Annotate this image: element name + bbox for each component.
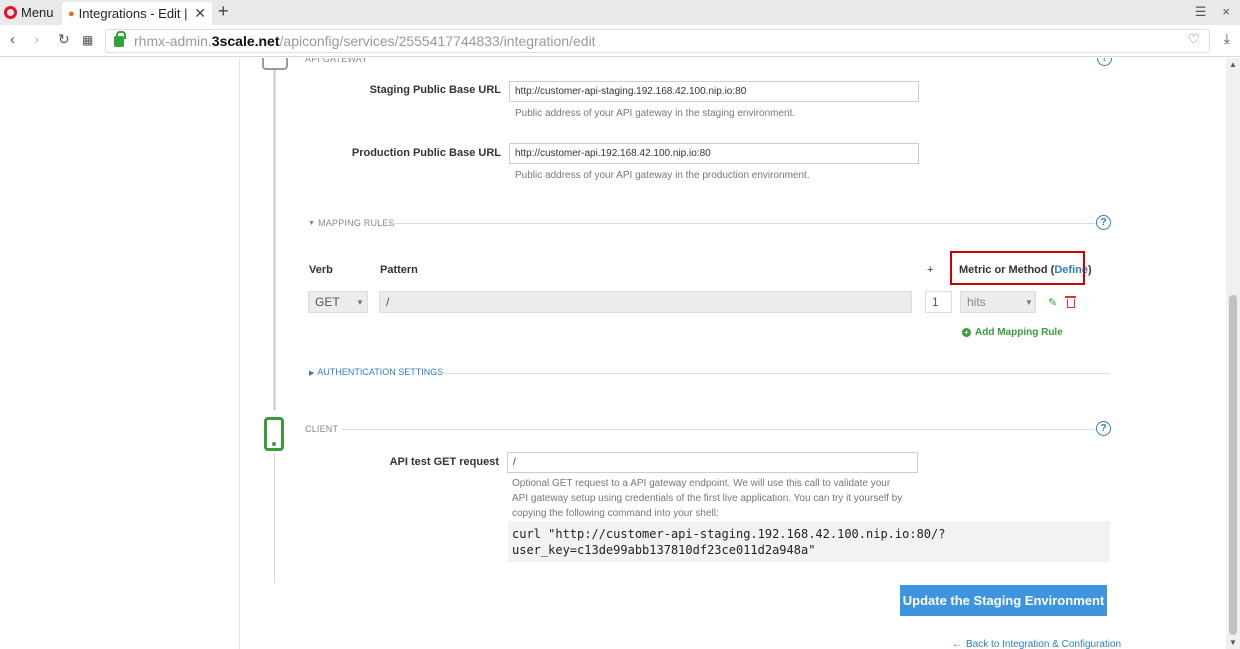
address-bar: ‹ › ↻ ▦ rhmx-admin. 3scale.net/apiconfig/… [0, 25, 1240, 57]
browser-menu-label: Menu [21, 5, 54, 20]
mapping-rules-title: MAPPING RULES [318, 218, 395, 228]
pattern-input[interactable]: / [379, 291, 912, 313]
mapping-rules-toggle[interactable]: ▼ MAPPING RULES [308, 216, 395, 230]
back-link-label: Back to Integration & Configuration [966, 639, 1122, 649]
delta-input[interactable]: 1 [925, 291, 952, 313]
mobile-phone-icon [264, 417, 284, 451]
scroll-up-icon[interactable]: ▲ [1229, 60, 1237, 69]
pattern-value: / [386, 295, 390, 309]
api-test-hint-3: copying the following command into your … [512, 508, 719, 519]
metric-header-close: ) [1087, 264, 1092, 276]
window-close-icon[interactable]: × [1222, 4, 1230, 20]
plus-circle-icon: + [962, 328, 971, 337]
client-help-icon[interactable]: ? [1096, 421, 1111, 436]
reload-icon[interactable]: ↻ [58, 31, 70, 48]
page-content: API GATEWAY ? Staging Public Base URL Pu… [0, 58, 1226, 649]
mapping-help-icon[interactable]: ? [1096, 215, 1111, 230]
opera-logo-icon [4, 6, 17, 19]
tab-title: Integrations - Edit | 3 [78, 6, 191, 21]
staging-url-hint: Public address of your API gateway in th… [515, 108, 796, 119]
caret-right-icon: ▶ [309, 370, 315, 377]
delta-value: 1 [932, 295, 939, 309]
browser-tab-active[interactable]: ● Integrations - Edit | 3 ✕ [62, 2, 212, 25]
staging-url-input[interactable] [509, 81, 919, 102]
production-url-label: Production Public Base URL [351, 147, 501, 159]
delta-column-header: + [927, 264, 934, 276]
verb-column-header: Verb [309, 264, 333, 276]
client-divider [342, 429, 1094, 430]
forward-icon[interactable]: › [34, 31, 39, 48]
metric-caret-icon: ▼ [1025, 298, 1033, 307]
server-icon [262, 58, 288, 70]
grid-icon[interactable]: ▦ [82, 33, 93, 47]
new-tab-icon[interactable]: + [218, 1, 229, 22]
verb-caret-icon: ▼ [356, 298, 364, 307]
lock-icon [114, 30, 126, 47]
gateway-help-icon[interactable]: ? [1097, 58, 1112, 66]
highlight-box [950, 251, 1085, 285]
api-test-label: API test GET request [389, 456, 499, 468]
production-url-input[interactable] [509, 143, 919, 164]
mapping-rules-divider [390, 223, 1095, 224]
pencil-icon[interactable]: ✎ [1048, 296, 1057, 309]
authentication-settings-toggle[interactable]: ▶ AUTHENTICATION SETTINGS [309, 367, 443, 377]
url-host: rhmx-admin. [134, 33, 212, 49]
metric-value: hits [967, 295, 986, 309]
browser-tab-bar: Menu ● Integrations - Edit | 3 ✕ + ☰ × [0, 0, 1240, 25]
verb-value: GET [315, 295, 340, 309]
api-test-input[interactable] [507, 452, 918, 473]
heart-icon[interactable]: ♡ [1187, 31, 1200, 48]
client-timeline [274, 453, 275, 583]
browser-menu-button[interactable]: Menu [4, 3, 54, 22]
authentication-settings-title: AUTHENTICATION SETTINGS [317, 367, 444, 377]
update-staging-button[interactable]: Update the Staging Environment [900, 585, 1107, 616]
gateway-section-title: API GATEWAY [305, 58, 368, 64]
add-mapping-rule-label: Add Mapping Rule [975, 327, 1063, 338]
url-field[interactable]: rhmx-admin. 3scale.net/apiconfig/services… [105, 29, 1210, 53]
download-icon[interactable]: ⤓ [1224, 30, 1230, 47]
production-url-hint: Public address of your API gateway in th… [515, 170, 810, 181]
curl-command: curl "http://customer-api-staging.192.16… [508, 521, 1110, 562]
staging-url-label: Staging Public Base URL [369, 84, 501, 96]
favicon-icon: ● [68, 7, 75, 20]
url-path: /apiconfig/services/2555417744833/integr… [279, 33, 596, 49]
add-mapping-rule-link[interactable]: + Add Mapping Rule [962, 327, 1063, 338]
pattern-column-header: Pattern [380, 264, 418, 276]
url-domain: 3scale.net [211, 33, 280, 49]
api-test-hint-2: API gateway setup using credentials of t… [512, 493, 903, 504]
trash-icon[interactable] [1065, 296, 1076, 308]
auth-divider [440, 373, 1110, 374]
caret-down-icon: ▼ [308, 219, 316, 227]
scroll-down-icon[interactable]: ▼ [1229, 638, 1237, 647]
client-section-title: CLIENT [305, 424, 339, 434]
scroll-thumb[interactable] [1229, 295, 1237, 635]
api-test-hint-1: Optional GET request to a API gateway en… [512, 478, 891, 489]
window-controls: ☰ × [1195, 4, 1230, 20]
page-scrollbar[interactable]: ▲ ▼ [1226, 58, 1240, 649]
gateway-timeline [273, 70, 276, 410]
tab-menu-icon[interactable]: ☰ [1195, 4, 1207, 20]
tab-close-icon[interactable]: ✕ [194, 5, 206, 22]
back-to-integration-link[interactable]: ← Back to Integration & Configuration [952, 639, 1121, 649]
arrow-left-icon: ← [952, 639, 962, 649]
back-icon[interactable]: ‹ [10, 31, 15, 48]
sidebar-divider [239, 58, 240, 649]
